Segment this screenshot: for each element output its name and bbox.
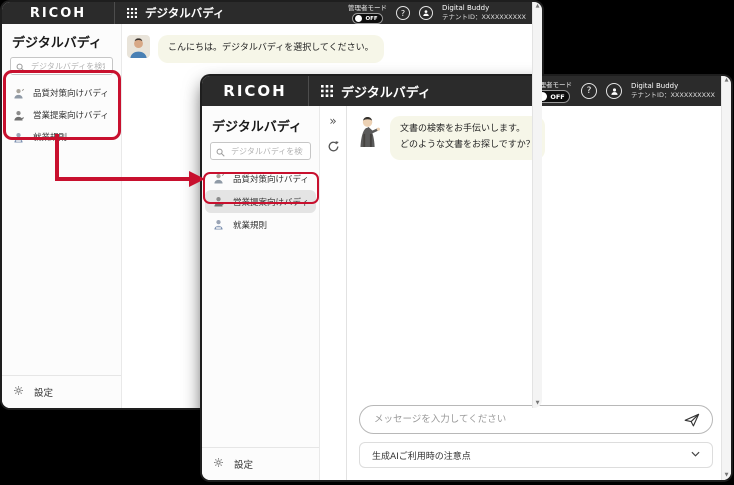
help-icon[interactable]: ? — [396, 6, 410, 20]
assistant-photo-avatar — [127, 35, 150, 58]
user-icon[interactable] — [419, 6, 433, 20]
buddy-sidebar: デジタルバディ 品質対策向けバディ 営業提案向け — [2, 24, 122, 408]
settings-button[interactable]: 設定 — [2, 376, 121, 408]
app-header: RICOH デジタルバディ 管理者モード OFF ? Digital Buddy… — [2, 2, 542, 24]
collapse-sidebar-icon[interactable]: » — [329, 115, 336, 127]
settings-label: 設定 — [34, 385, 53, 399]
tenant-id: テナントID：XXXXXXXXXX — [442, 13, 526, 22]
window-scrollbar[interactable]: ▲ ▼ — [721, 76, 731, 480]
toggle-knob-icon — [355, 15, 362, 22]
chevron-down-icon — [691, 450, 700, 460]
sidebar-item-label: 営業提案向けバディ — [233, 196, 309, 208]
search-icon — [16, 57, 25, 76]
app-grid-icon[interactable] — [321, 85, 333, 97]
settings-label: 設定 — [234, 457, 253, 471]
buddy-sidebar: デジタルバディ 品質対策向けバディ 営業提案向け — [202, 106, 320, 480]
header-divider — [308, 76, 309, 106]
sidebar-item-work-rules[interactable]: 就業規則 — [202, 213, 319, 236]
buddy-icon — [12, 131, 25, 144]
scroll-down-icon[interactable]: ▼ — [725, 471, 729, 480]
search-icon — [216, 142, 225, 161]
admin-mode-toggle[interactable]: OFF — [352, 13, 382, 24]
scroll-up-icon[interactable]: ▲ — [725, 76, 729, 85]
gear-icon — [213, 457, 224, 471]
buddy-search-input[interactable] — [29, 61, 107, 72]
buddy-icon — [12, 109, 25, 122]
buddy-icon — [212, 172, 225, 185]
admin-mode-label: 管理者モード — [348, 2, 387, 12]
buddy-list: 品質対策向けバディ 営業提案向けバディ 就業規則 — [202, 167, 319, 236]
buddy-icon — [212, 195, 225, 208]
toggle-state: OFF — [550, 93, 564, 101]
header-divider — [114, 2, 115, 24]
assistant-message-bubble: 文書の検索をお手伝いします。 どのような文書をお探しですか？ — [390, 116, 545, 160]
screenshot-canvas: { "colors":{ "accent_red":"#c8102e", "he… — [0, 0, 734, 485]
genai-notice-accordion[interactable]: 生成AIご利用時の注意点 — [359, 442, 713, 468]
chat-composer: 生成AIご利用時の注意点 — [347, 405, 731, 480]
settings-button[interactable]: 設定 — [202, 448, 319, 480]
ricoh-logo: RICOH — [2, 6, 114, 21]
window-sales-buddy-chat: RICOH デジタルバディ 管理者モード OFF ? Digital Buddy… — [202, 76, 731, 480]
message-input-pill[interactable] — [359, 405, 713, 434]
buddy-search-box[interactable] — [10, 57, 113, 75]
assistant-message-line: どのような文書をお探しですか？ — [400, 138, 535, 154]
account-name: Digital Buddy — [442, 4, 526, 13]
buddy-list: 品質対策向けバディ 営業提案向けバディ 就業規則 — [2, 82, 121, 148]
send-icon[interactable] — [684, 413, 700, 427]
help-icon[interactable]: ? — [581, 83, 597, 99]
account-info: Digital Buddy テナントID：XXXXXXXXXX — [442, 4, 526, 22]
sidebar-item-sales-buddy-selected[interactable]: 営業提案向けバディ — [205, 190, 316, 213]
sidebar-item-work-rules[interactable]: 就業規則 — [2, 126, 121, 148]
buddy-icon — [12, 87, 25, 100]
sidebar-item-quality-buddy[interactable]: 品質対策向けバディ — [2, 82, 121, 104]
sidebar-title: デジタルバディ — [2, 24, 121, 55]
scroll-down-icon[interactable]: ▼ — [536, 399, 540, 408]
sidebar-item-sales-buddy[interactable]: 営業提案向けバディ — [2, 104, 121, 126]
admin-mode-group: 管理者モード OFF — [348, 2, 387, 24]
sidebar-tools: » — [320, 106, 347, 480]
buddy-icon — [212, 218, 225, 231]
header-controls: 管理者モード OFF ? Digital Buddy テナントID：XXXXXX… — [348, 2, 542, 24]
assistant-message-bubble: こんにちは。デジタルバディを選択してください。 — [158, 35, 384, 63]
window-scrollbar[interactable]: ▲ ▼ — [532, 2, 542, 408]
sidebar-item-label: 品質対策向けバディ — [233, 173, 309, 185]
app-title: デジタルバディ — [145, 5, 224, 21]
assistant-illustration-avatar — [355, 116, 382, 148]
assistant-message-line: 文書の検索をお手伝いします。 — [400, 122, 535, 138]
tenant-id: テナントID：XXXXXXXXXX — [631, 91, 715, 100]
sidebar-item-label: 品質対策向けバディ — [33, 87, 109, 99]
account-name: Digital Buddy — [631, 82, 715, 91]
sidebar-item-label: 就業規則 — [233, 219, 267, 231]
genai-notice-label: 生成AIご利用時の注意点 — [372, 449, 471, 462]
toggle-state: OFF — [365, 16, 377, 22]
app-grid-icon[interactable] — [127, 8, 137, 18]
sidebar-item-quality-buddy[interactable]: 品質対策向けバディ — [202, 167, 319, 190]
assistant-message-row: こんにちは。デジタルバディを選択してください。 — [122, 24, 542, 63]
sidebar-item-label: 就業規則 — [33, 131, 67, 143]
app-header: RICOH デジタルバディ 管理者モード OFF ? Digital Buddy… — [202, 76, 731, 106]
account-info: Digital Buddy テナントID：XXXXXXXXXX — [631, 82, 715, 100]
buddy-search-input[interactable] — [229, 146, 305, 157]
app-title: デジタルバディ — [341, 82, 431, 101]
refresh-icon[interactable] — [327, 138, 340, 157]
scroll-up-icon[interactable]: ▲ — [536, 2, 540, 11]
sidebar-title: デジタルバディ — [202, 106, 319, 140]
gear-icon — [13, 385, 24, 399]
message-input[interactable] — [372, 413, 684, 426]
ricoh-logo: RICOH — [202, 82, 308, 100]
user-icon[interactable] — [606, 83, 622, 99]
buddy-search-box[interactable] — [210, 142, 311, 160]
sidebar-item-label: 営業提案向けバディ — [33, 109, 109, 121]
header-controls: 管理者モード OFF ? Digital Buddy テナントID：XXXXXX… — [533, 79, 731, 103]
